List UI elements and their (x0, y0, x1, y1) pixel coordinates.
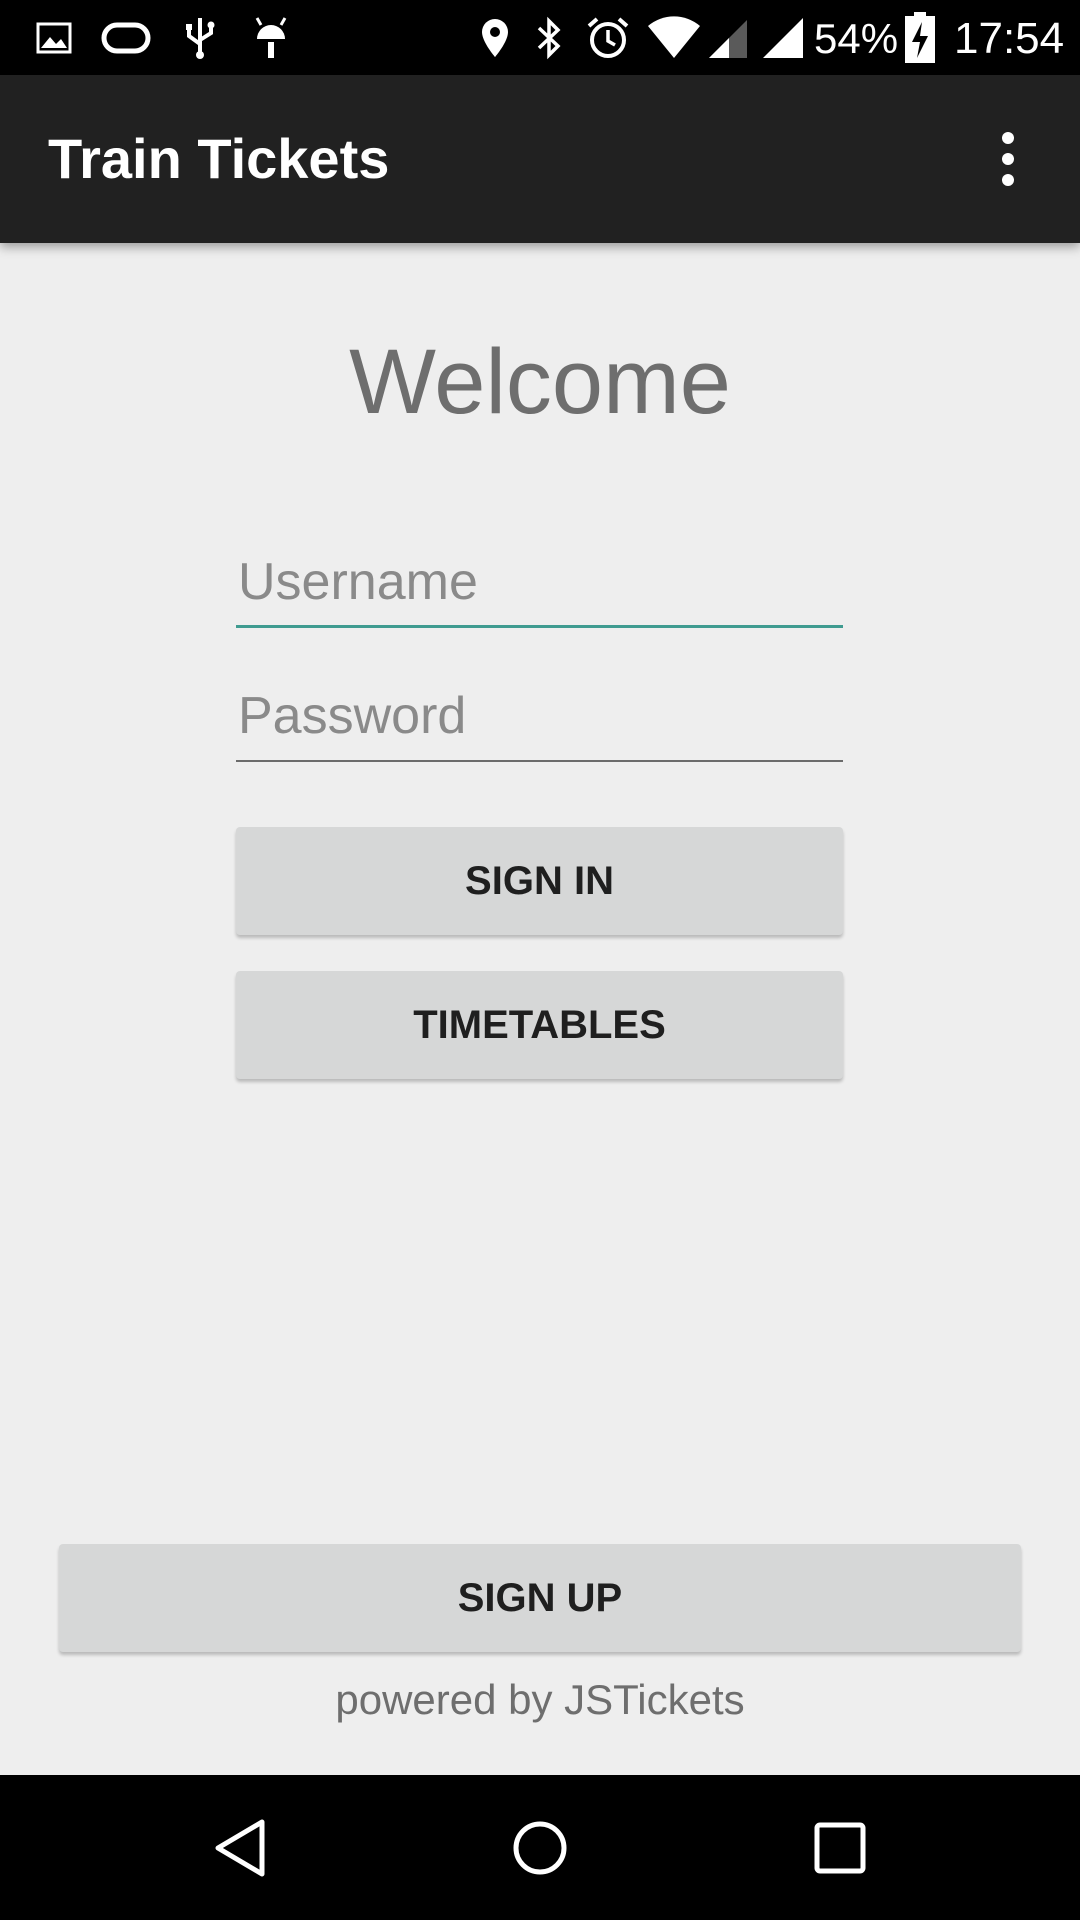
more-vert-dot (1002, 153, 1014, 165)
sign-in-button[interactable]: SIGN IN (236, 827, 843, 935)
android-debug-icon (250, 0, 292, 75)
alarm-icon (584, 0, 632, 75)
gallery-icon (34, 0, 74, 75)
location-icon (478, 0, 512, 75)
sign-up-button[interactable]: SIGN UP (59, 1544, 1021, 1652)
app-bar: Train Tickets (0, 75, 1080, 243)
recents-icon[interactable] (770, 1775, 910, 1920)
more-vert-dot (1002, 132, 1014, 144)
username-field[interactable] (236, 538, 843, 628)
more-vert-icon[interactable] (976, 119, 1040, 199)
navigation-bar (0, 1775, 1080, 1920)
status-bar: 54% 17:54 (0, 0, 1080, 75)
home-icon[interactable] (470, 1775, 610, 1920)
usb-icon (180, 0, 220, 75)
signal-icon (760, 0, 806, 75)
app-title: Train Tickets (48, 127, 390, 190)
back-icon[interactable] (170, 1775, 310, 1920)
clock: 17:54 (954, 14, 1065, 63)
timetables-button[interactable]: TIMETABLES (236, 971, 843, 1079)
sync-icon (100, 0, 152, 75)
more-vert-dot (1002, 174, 1014, 186)
wifi-icon (646, 0, 702, 75)
battery-percent: 54% (814, 15, 899, 62)
welcome-heading: Welcome (349, 331, 731, 433)
password-field[interactable] (236, 672, 843, 762)
bluetooth-icon (532, 0, 566, 75)
screen: 54% 17:54 Train Tickets Welcome SIGN IN … (0, 0, 1080, 1920)
signal-icon (706, 0, 750, 75)
battery-charging-icon (902, 0, 938, 75)
powered-by-text: powered by JSTickets (335, 1676, 745, 1723)
